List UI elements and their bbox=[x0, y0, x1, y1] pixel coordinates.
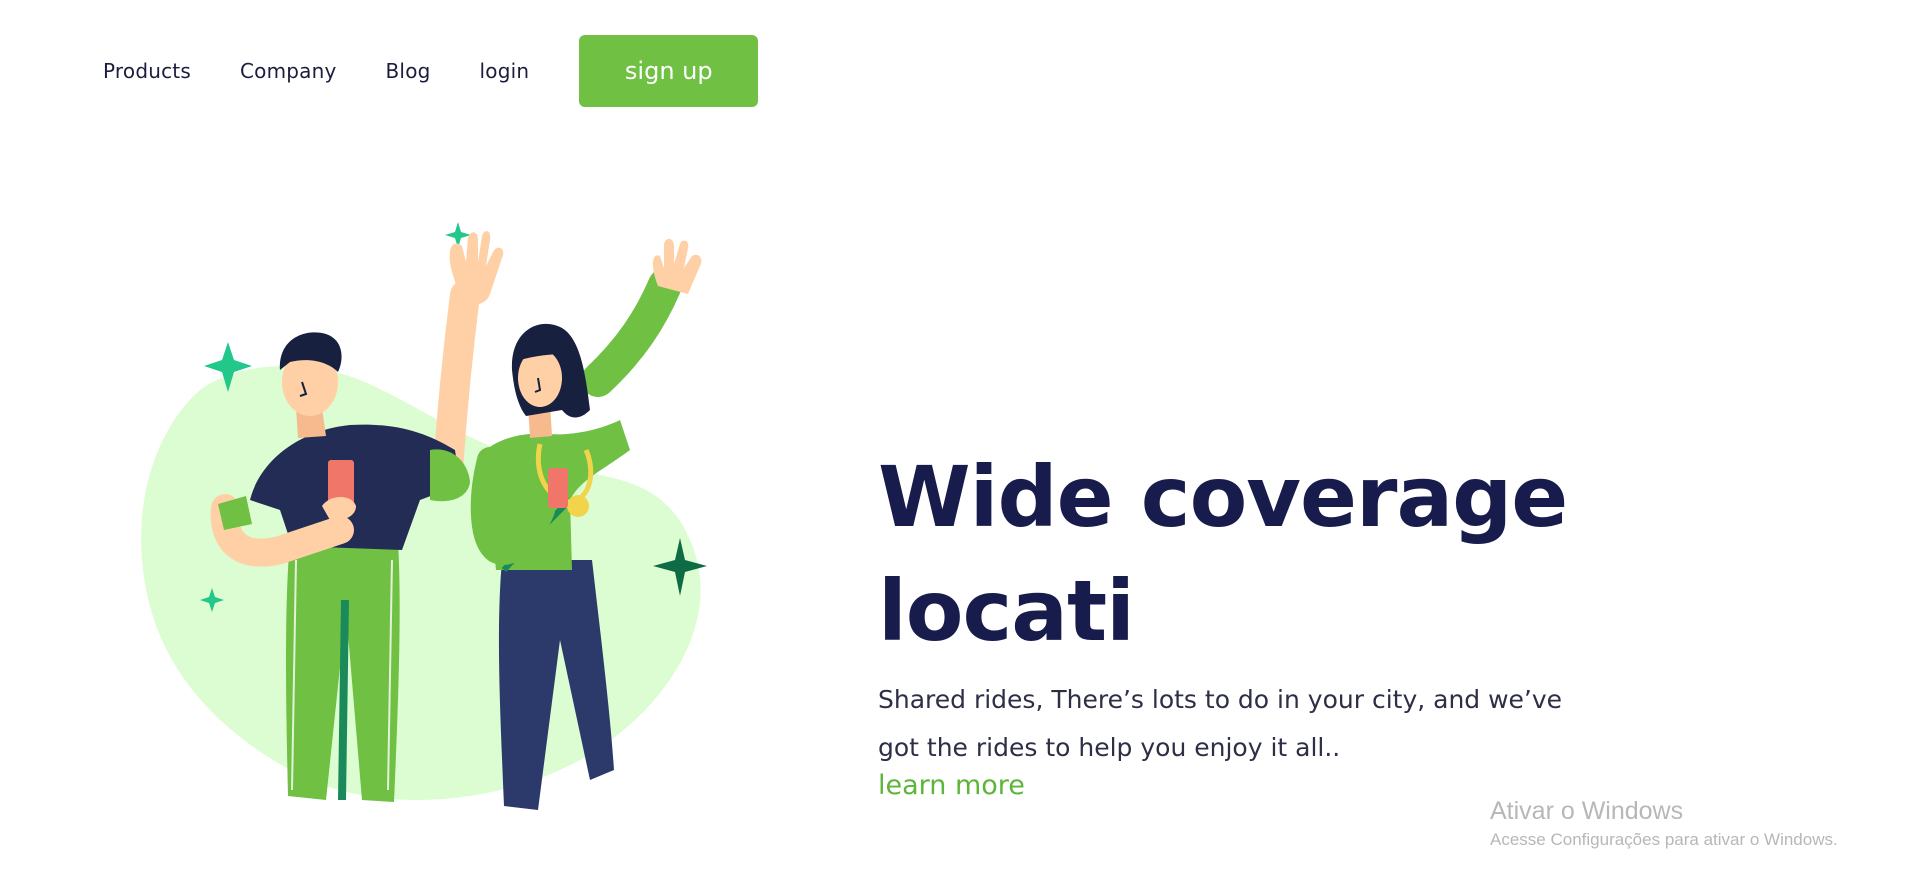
hero-title: Wide coverage locati bbox=[878, 440, 1638, 668]
landing-page: Products Company Blog login sign up Wide… bbox=[0, 0, 1908, 893]
hero-title-line-2: locati bbox=[878, 562, 1135, 660]
learn-more-link[interactable]: learn more bbox=[878, 770, 1025, 801]
nav-link-blog[interactable]: Blog bbox=[386, 59, 431, 83]
nav-link-products[interactable]: Products bbox=[103, 59, 191, 83]
watermark-subtitle: Acesse Configurações para ativar o Windo… bbox=[1490, 830, 1838, 849]
watermark-title: Ativar o Windows bbox=[1490, 797, 1684, 825]
hero-description: Shared rides, There’s lots to do in your… bbox=[878, 685, 1563, 762]
top-nav: Products Company Blog login sign up bbox=[103, 35, 759, 107]
hero-illustration bbox=[130, 210, 750, 810]
nav-link-login[interactable]: login bbox=[480, 59, 530, 83]
two-people-waving-illustration-icon bbox=[141, 222, 707, 810]
windows-activation-watermark: Ativar o Windows Acesse Configurações pa… bbox=[1490, 795, 1838, 853]
hero-title-line-1: Wide coverage bbox=[878, 448, 1568, 546]
signup-button[interactable]: sign up bbox=[579, 35, 759, 107]
nav-link-company[interactable]: Company bbox=[240, 59, 337, 83]
